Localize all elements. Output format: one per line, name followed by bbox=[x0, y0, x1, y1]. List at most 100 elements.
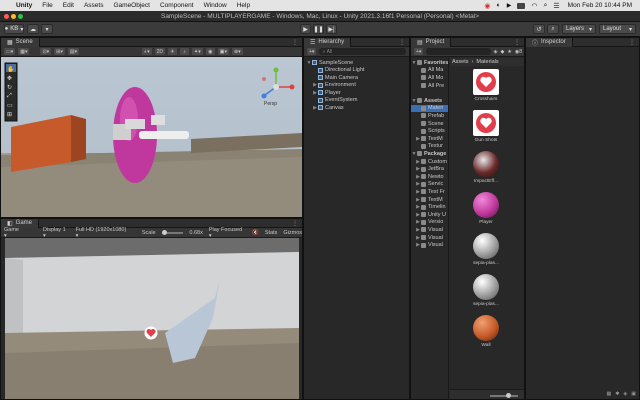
menu-assets[interactable]: Assets bbox=[84, 2, 104, 9]
project-tree-item[interactable]: Scripts bbox=[411, 127, 448, 135]
menu-edit[interactable]: Edit bbox=[63, 2, 74, 9]
cloud-button[interactable]: ☁ bbox=[27, 24, 39, 34]
collab-button[interactable]: ▾ bbox=[41, 24, 53, 34]
project-tree-item[interactable]: All Mo bbox=[411, 74, 448, 82]
rect-tool-icon[interactable]: ▭ bbox=[7, 102, 13, 109]
rotate-tool-icon[interactable]: ↻ bbox=[7, 84, 12, 91]
grid-button[interactable]: ▤▾ bbox=[67, 48, 80, 55]
clock-text[interactable]: Mon Feb 20 10:44 PM bbox=[568, 2, 632, 9]
status-icon[interactable]: ◐ bbox=[497, 2, 501, 9]
panel-menu-icon[interactable]: ⋮ bbox=[292, 39, 298, 46]
effects-toggle[interactable]: ✦▾ bbox=[192, 48, 203, 55]
scene-viewport[interactable]: ✋ ✥ ↻ ⤢ ▭ ⊞ Persp bbox=[1, 57, 302, 217]
display-dropdown[interactable]: Display 1 ▾ bbox=[43, 227, 70, 239]
hierarchy-item[interactable]: ▶ Environment bbox=[304, 82, 409, 90]
project-tree-item[interactable]: ▶ TextM bbox=[411, 196, 448, 204]
hierarchy-item[interactable]: ▶ Player bbox=[304, 89, 409, 97]
game-viewport[interactable] bbox=[5, 238, 299, 399]
label-icon[interactable]: ◆ bbox=[501, 49, 505, 55]
search-button[interactable]: ⌕ bbox=[547, 24, 559, 34]
panel-menu-icon[interactable]: ⋮ bbox=[399, 39, 405, 46]
play-button[interactable]: ▶ bbox=[300, 24, 311, 34]
hierarchy-item[interactable]: ▶ Canvas bbox=[304, 104, 409, 112]
2d-toggle[interactable]: 2D bbox=[154, 48, 166, 55]
project-tree-item[interactable]: ▶ Timelin bbox=[411, 203, 448, 211]
hierarchy-search[interactable]: ⌕ All bbox=[319, 48, 406, 55]
hierarchy-item[interactable]: ▼ SampleScene bbox=[304, 59, 409, 67]
panel-menu-icon[interactable]: ⋮ bbox=[514, 39, 520, 46]
layers-dropdown[interactable]: Layers ▾ bbox=[562, 24, 596, 34]
wifi-icon[interactable]: ◠ bbox=[531, 2, 537, 10]
gizmos-button[interactable]: Gizmos bbox=[283, 230, 302, 236]
global-button[interactable]: ⊞▾ bbox=[54, 48, 65, 55]
search-icon[interactable]: ⌕ bbox=[543, 2, 547, 10]
project-tree-item[interactable]: All Ma bbox=[411, 67, 448, 75]
history-button[interactable]: ↺ bbox=[533, 24, 545, 34]
hand-tool-icon[interactable]: ✋ bbox=[7, 66, 14, 73]
menu-help[interactable]: Help bbox=[237, 2, 250, 9]
menu-file[interactable]: File bbox=[42, 2, 52, 9]
project-tree-item[interactable]: ▶ Unity U bbox=[411, 211, 448, 219]
asset-item[interactable]: Player bbox=[466, 192, 506, 225]
hierarchy-item[interactable]: EventSystem bbox=[304, 97, 409, 105]
hidden-count[interactable]: ◉8 bbox=[515, 49, 522, 55]
mute-audio-icon[interactable]: 🔇 bbox=[252, 230, 259, 236]
asset-item[interactable]: sepia-plas... bbox=[466, 233, 506, 266]
panel-menu-icon[interactable]: ⋮ bbox=[292, 220, 298, 227]
filter-icon[interactable]: ◈ bbox=[494, 49, 498, 55]
pause-button[interactable]: ❚❚ bbox=[313, 24, 324, 34]
zoom-window-button[interactable] bbox=[18, 14, 23, 19]
project-tree-item[interactable]: ▶ Versio bbox=[411, 219, 448, 227]
control-center-icon[interactable]: ☰ bbox=[553, 2, 559, 10]
grid-snap-button[interactable]: ▦▾ bbox=[18, 48, 30, 55]
close-window-button[interactable] bbox=[4, 14, 9, 19]
lighting-toggle[interactable]: ☀ bbox=[168, 48, 178, 55]
menu-gameobject[interactable]: GameObject bbox=[113, 2, 150, 9]
pivot-button[interactable]: ⊡▾ bbox=[40, 48, 52, 55]
breadcrumb-materials[interactable]: Materials bbox=[476, 59, 498, 65]
project-tree-item[interactable]: Textur bbox=[411, 143, 448, 151]
hidden-objects-toggle[interactable]: ◉ bbox=[205, 48, 215, 55]
debug-icon[interactable]: ✱ bbox=[615, 391, 619, 399]
project-tree-item[interactable]: ▶ Visual bbox=[411, 226, 448, 234]
asset-item[interactable]: Wall bbox=[466, 315, 506, 348]
star-icon[interactable]: ★ bbox=[507, 49, 511, 55]
asset-item[interactable]: Gun Shots bbox=[466, 110, 506, 143]
account-dropdown[interactable]: ● KB ▾ bbox=[4, 24, 24, 34]
persp-label[interactable]: Persp bbox=[264, 101, 277, 107]
progress-icon[interactable]: ▦ bbox=[606, 391, 611, 399]
project-tree-item[interactable]: ▶ Custom bbox=[411, 158, 448, 166]
project-tree-item[interactable] bbox=[411, 89, 448, 97]
scale-slider[interactable] bbox=[161, 229, 184, 235]
tab-hierarchy[interactable]: ☰ Hierarchy bbox=[304, 37, 352, 47]
stats-button[interactable]: Stats bbox=[265, 230, 278, 236]
play-focused-dropdown[interactable]: Play Focused ▾ bbox=[209, 227, 246, 239]
asset-item[interactable]: ImpactEff... bbox=[466, 151, 506, 184]
project-tree-item[interactable]: ▼ Favorites bbox=[411, 59, 448, 67]
tab-scene[interactable]: ▦ Scene bbox=[1, 37, 40, 47]
battery-icon[interactable] bbox=[517, 2, 526, 9]
creative-cloud-icon[interactable]: ◉ bbox=[484, 2, 490, 10]
play-status-icon[interactable]: ▶ bbox=[507, 2, 512, 9]
minimize-window-button[interactable] bbox=[11, 14, 16, 19]
transform-tool-icon[interactable]: ⊞ bbox=[7, 111, 12, 118]
game-mode-dropdown[interactable]: Game ▾ bbox=[4, 227, 23, 239]
project-tree-item[interactable]: ▶ Newto bbox=[411, 173, 448, 181]
draw-mode-button[interactable]: ▭▾ bbox=[4, 48, 16, 55]
audio-toggle[interactable]: ♪ bbox=[180, 48, 190, 55]
asset-item[interactable]: Crosshairs bbox=[466, 69, 506, 102]
panel-menu-icon[interactable]: ⋮ bbox=[629, 39, 635, 46]
gizmos-toggle[interactable]: ⊕▾ bbox=[231, 48, 243, 55]
move-tool-icon[interactable]: ✥ bbox=[7, 75, 12, 82]
shading-button[interactable]: ◐▾ bbox=[142, 48, 152, 55]
hierarchy-item[interactable]: Directional Light bbox=[304, 67, 409, 75]
scale-tool-icon[interactable]: ⤢ bbox=[7, 93, 12, 100]
notification-icon[interactable]: ▣ bbox=[631, 391, 636, 399]
project-tree-item[interactable]: ▶ JetBra bbox=[411, 165, 448, 173]
asset-item[interactable]: sepia-plas... bbox=[466, 274, 506, 307]
project-tree-item[interactable]: Materi bbox=[411, 104, 448, 113]
step-button[interactable]: ▶| bbox=[326, 24, 337, 34]
project-tree-item[interactable]: Scene bbox=[411, 120, 448, 128]
resolution-dropdown[interactable]: Full HD (1920x1080) ▾ bbox=[76, 227, 130, 239]
project-tree-item[interactable]: ▶ Visual bbox=[411, 234, 448, 242]
